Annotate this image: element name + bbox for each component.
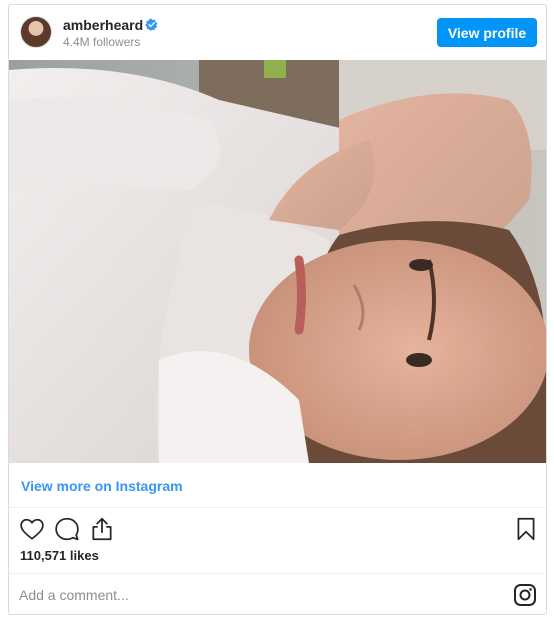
instagram-icon[interactable] xyxy=(513,583,537,607)
view-more-section: View more on Instagram xyxy=(9,463,546,508)
comment-bar xyxy=(9,573,546,615)
avatar[interactable] xyxy=(20,16,52,48)
action-bar xyxy=(9,508,546,548)
heart-icon[interactable] xyxy=(19,516,45,542)
username[interactable]: amberheard xyxy=(63,17,143,33)
post-header: amberheard 4.4M followers View profile xyxy=(9,5,546,60)
view-more-link[interactable]: View more on Instagram xyxy=(21,478,183,494)
comment-input[interactable] xyxy=(19,583,499,607)
bookmark-icon[interactable] xyxy=(513,516,539,542)
post-image xyxy=(9,60,546,463)
comment-icon[interactable] xyxy=(54,516,80,542)
instagram-embed-card: amberheard 4.4M followers View profile V… xyxy=(8,4,547,615)
follower-count: 4.4M followers xyxy=(63,35,141,49)
share-icon[interactable] xyxy=(89,516,115,542)
post-photo[interactable] xyxy=(9,60,546,463)
verified-badge-icon xyxy=(145,18,158,31)
view-profile-button[interactable]: View profile xyxy=(437,18,537,47)
like-count: 110,571 likes xyxy=(20,548,99,563)
